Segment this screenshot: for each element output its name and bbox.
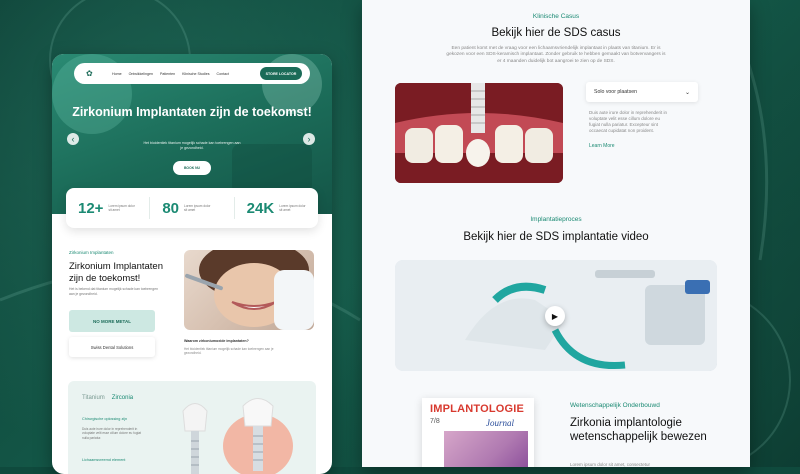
video-heading: Bekijk hier de SDS implantatie video: [463, 231, 649, 243]
section-heading: Zirkonium Implantaten zijn de toekomst!: [69, 261, 163, 284]
case-select-dropdown[interactable]: Solo voor plaatsen ⌄: [586, 82, 698, 102]
comparison-card: Titanium Zirconia Chirurgische oplossing…: [68, 381, 316, 474]
patient-dental-photo: [184, 250, 314, 330]
case-tag: Klinische Casus: [532, 13, 580, 20]
implant-comparison-image: [182, 398, 293, 474]
stat-label: Lorem ipsum dolor sit amet: [279, 203, 306, 213]
case-heading: Bekijk hier de SDS casus: [491, 27, 621, 39]
tab-zirconia[interactable]: Zirconia: [112, 395, 133, 401]
comparison-item: Chirurgische oplossing zijn: [82, 417, 128, 421]
research-heading: Zirkonia implantologie wetenschappelijk …: [570, 417, 707, 443]
material-tabs: Titanium Zirconia: [82, 395, 133, 401]
research-tag: Wetenschappelijk Onderbouwd: [570, 402, 660, 409]
hero-book-button[interactable]: BOOK NU: [173, 161, 211, 175]
play-icon[interactable]: ▶: [545, 306, 565, 326]
store-locator-button[interactable]: STORE LOCATOR: [260, 67, 302, 80]
teeth-implant-illustration: [395, 83, 563, 183]
journal-title: IMPLANTOLOGIE: [430, 403, 525, 415]
caption-text: Het bioidentiek titanium mogelijk schade…: [184, 347, 274, 356]
journal-issue: 7/8: [430, 418, 440, 425]
chevron-left-icon[interactable]: ‹: [67, 133, 79, 145]
stat-value: 24K: [246, 199, 275, 217]
no-more-metal-badge[interactable]: NO MORE METAL: [69, 310, 155, 332]
comparison-paragraph: Duis aute irure dolor in reprehenderit i…: [82, 427, 142, 440]
journal-cover: IMPLANTOLOGIE 7/8 Journal: [422, 398, 534, 467]
hero-title: Zirkonium Implantaten zijn de toekomst!: [72, 105, 312, 119]
comparison-item: Lichaamsvreemd element: [82, 458, 126, 462]
stat-label: Lorem ipsum dolor sit amet: [108, 203, 135, 213]
hero-subtitle: Het bioidentiek titanium mogelijk schade…: [143, 141, 241, 150]
learn-more-link[interactable]: Learn More: [589, 143, 615, 149]
chevron-right-icon[interactable]: ›: [303, 133, 315, 145]
case-paragraph: Een patient komt met de vraag voor een l…: [446, 46, 666, 64]
detail-page-mockup: Klinische Casus Bekijk hier de SDS casus…: [362, 0, 750, 467]
top-navigation: ✿ Home Ontwikkelingen Patienten Klinisch…: [74, 63, 310, 84]
case-side-text: Duis aute irure dolor in reprehenderit i…: [589, 110, 668, 133]
journal-subtitle: Journal: [486, 418, 514, 428]
homepage-mockup: ✿ Home Ontwikkelingen Patienten Klinisch…: [52, 54, 332, 474]
stat-value: 12+: [78, 199, 104, 217]
patient-illustration: [185, 250, 314, 330]
section-paragraph: Het is bekend dat titanium mogelijk scha…: [69, 287, 158, 296]
nav-link-ontwikkelingen[interactable]: Ontwikkelingen: [129, 72, 153, 76]
stats-bar: 12+ Lorem ipsum dolor sit amet 80 Lorem …: [66, 188, 318, 228]
swiss-dental-badge[interactable]: Swiss Dental Solutions: [69, 337, 155, 357]
nav-link-klinische-studies[interactable]: Klinische Studies: [182, 72, 209, 76]
nav-link-home[interactable]: Home: [112, 72, 122, 76]
section-tag: Zirkonium Implantaten: [69, 250, 114, 255]
stat-value: 80: [162, 199, 180, 217]
clinical-case-photo: [395, 83, 563, 183]
nav-link-contact[interactable]: Contact: [217, 72, 229, 76]
research-paragraph: Lorem ipsum dolor sit amet, consectetur: [570, 462, 651, 467]
stat-item: 24K Lorem ipsum dolor sit amet: [235, 197, 318, 219]
tab-titanium[interactable]: Titanium: [82, 395, 105, 401]
stat-item: 12+ Lorem ipsum dolor sit amet: [66, 197, 151, 219]
select-value: Solo voor plaatsen: [594, 89, 637, 95]
nav-links: Home Ontwikkelingen Patienten Klinische …: [112, 72, 229, 76]
stat-label: Lorem ipsum dolor sit amet: [184, 203, 211, 213]
caption-title: Waarom zirkoniumoxide implantaten?: [184, 339, 249, 343]
video-tag: Implantatieproces: [530, 216, 582, 223]
flower-logo-icon[interactable]: ✿: [86, 69, 94, 78]
chevron-down-icon: ⌄: [684, 89, 690, 96]
journal-cover-image: [444, 431, 528, 467]
nav-link-patienten[interactable]: Patienten: [160, 72, 175, 76]
stat-item: 80 Lorem ipsum dolor sit amet: [150, 197, 235, 219]
